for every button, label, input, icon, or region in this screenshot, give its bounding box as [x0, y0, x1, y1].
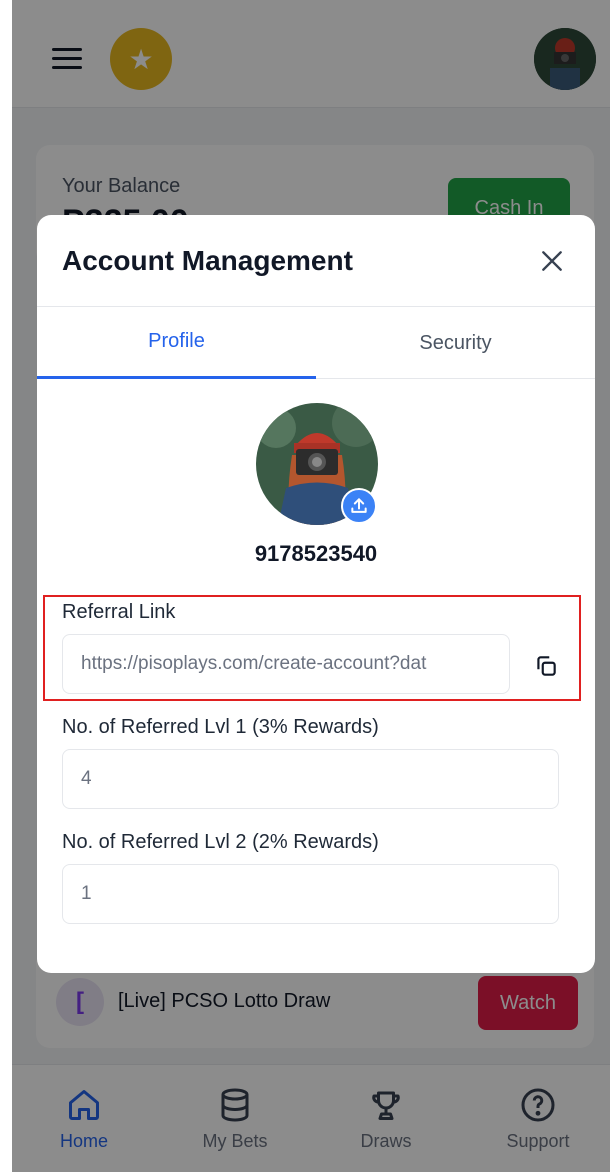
upload-avatar-button[interactable] [341, 488, 377, 524]
referral-link-field[interactable]: https://pisoplays.com/create-account?dat [62, 634, 510, 694]
account-management-modal: Account Management Profile Security 9178… [37, 215, 595, 973]
copy-icon [537, 656, 556, 676]
tab-security[interactable]: Security [316, 307, 595, 379]
app-screen: ★ Your Balance P325.00 Cash In [ [Live] … [12, 0, 610, 1172]
lvl2-count-field[interactable]: 1 [62, 864, 559, 924]
close-icon [542, 251, 562, 271]
referral-link-label: Referral Link [62, 601, 176, 623]
tab-profile[interactable]: Profile [37, 307, 316, 379]
lvl1-count-field[interactable]: 4 [62, 749, 559, 809]
lvl2-label: No. of Referred Lvl 2 (2% Rewards) [62, 831, 379, 853]
lvl1-label: No. of Referred Lvl 1 (3% Rewards) [62, 716, 379, 738]
modal-title: Account Management [62, 245, 353, 276]
modal-tabs: Profile Security [37, 307, 595, 379]
upload-icon [351, 498, 367, 513]
copy-referral-button[interactable] [531, 651, 561, 681]
close-button[interactable] [534, 243, 570, 279]
phone-number: 9178523540 [254, 541, 378, 566]
